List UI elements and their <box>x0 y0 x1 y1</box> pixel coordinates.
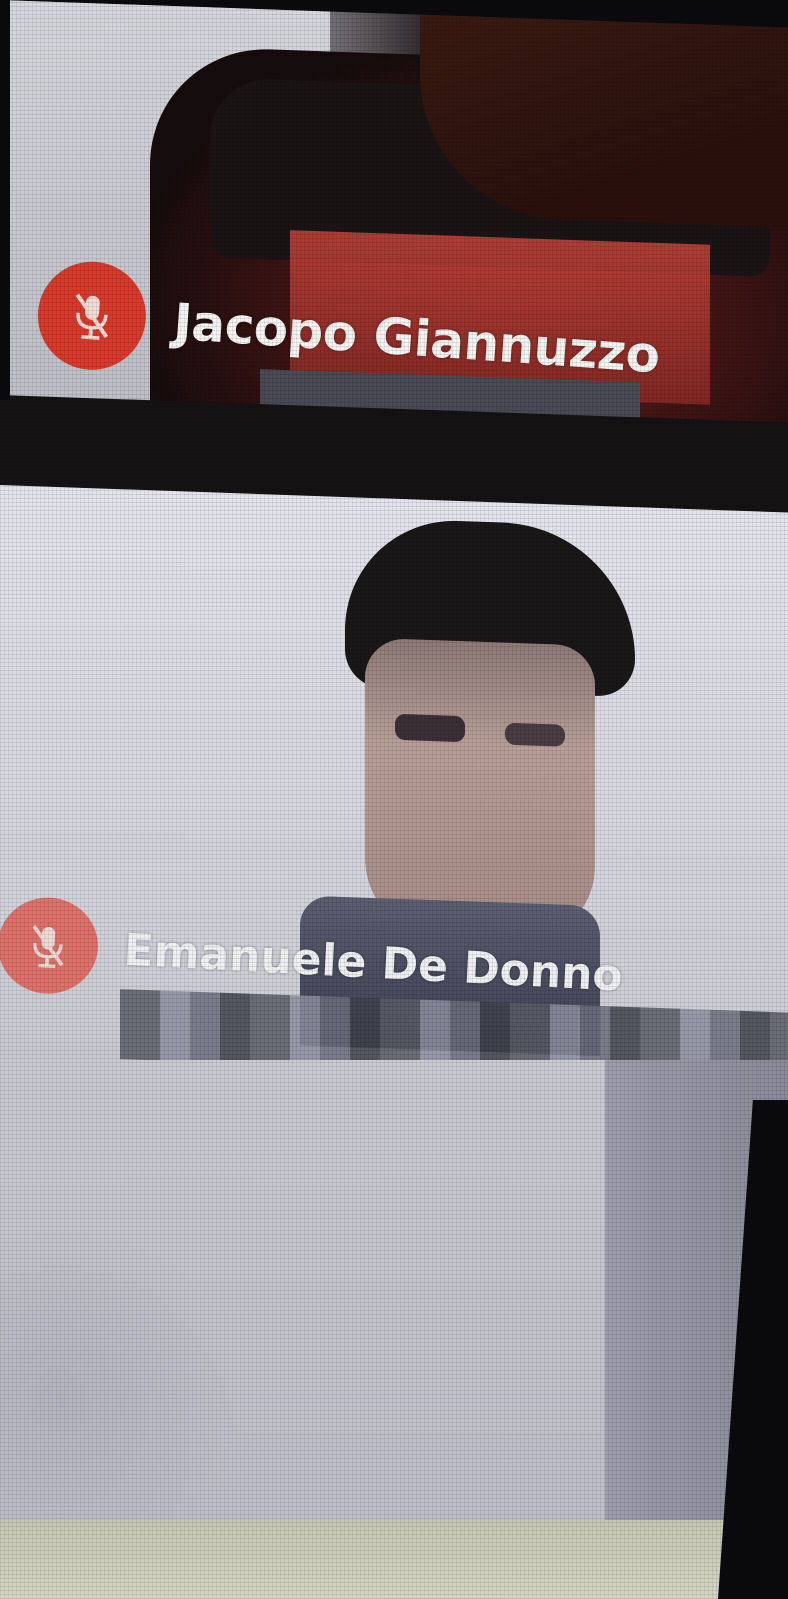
mic-off-glyph <box>32 925 64 968</box>
mic-off-icon <box>0 895 101 997</box>
participant-name: Jacopo Giannuzzo <box>171 292 662 385</box>
participant-video-tile-1[interactable] <box>0 0 788 523</box>
video-call-screen: Jacopo Giannuzzo Emanuele De Donno <box>0 0 788 1599</box>
mic-off-icon <box>34 258 150 374</box>
participant-name: Emanuele De Donno <box>122 924 625 1002</box>
participant-eye-left <box>395 713 465 743</box>
participant-video-tile-3[interactable] <box>0 1060 788 1530</box>
monitor-bezel-left <box>0 0 10 400</box>
screen-bottom-edge <box>0 1520 788 1599</box>
mic-off-glyph <box>75 293 109 340</box>
participant-eye-right <box>505 722 565 747</box>
video-shade <box>0 1220 240 1530</box>
